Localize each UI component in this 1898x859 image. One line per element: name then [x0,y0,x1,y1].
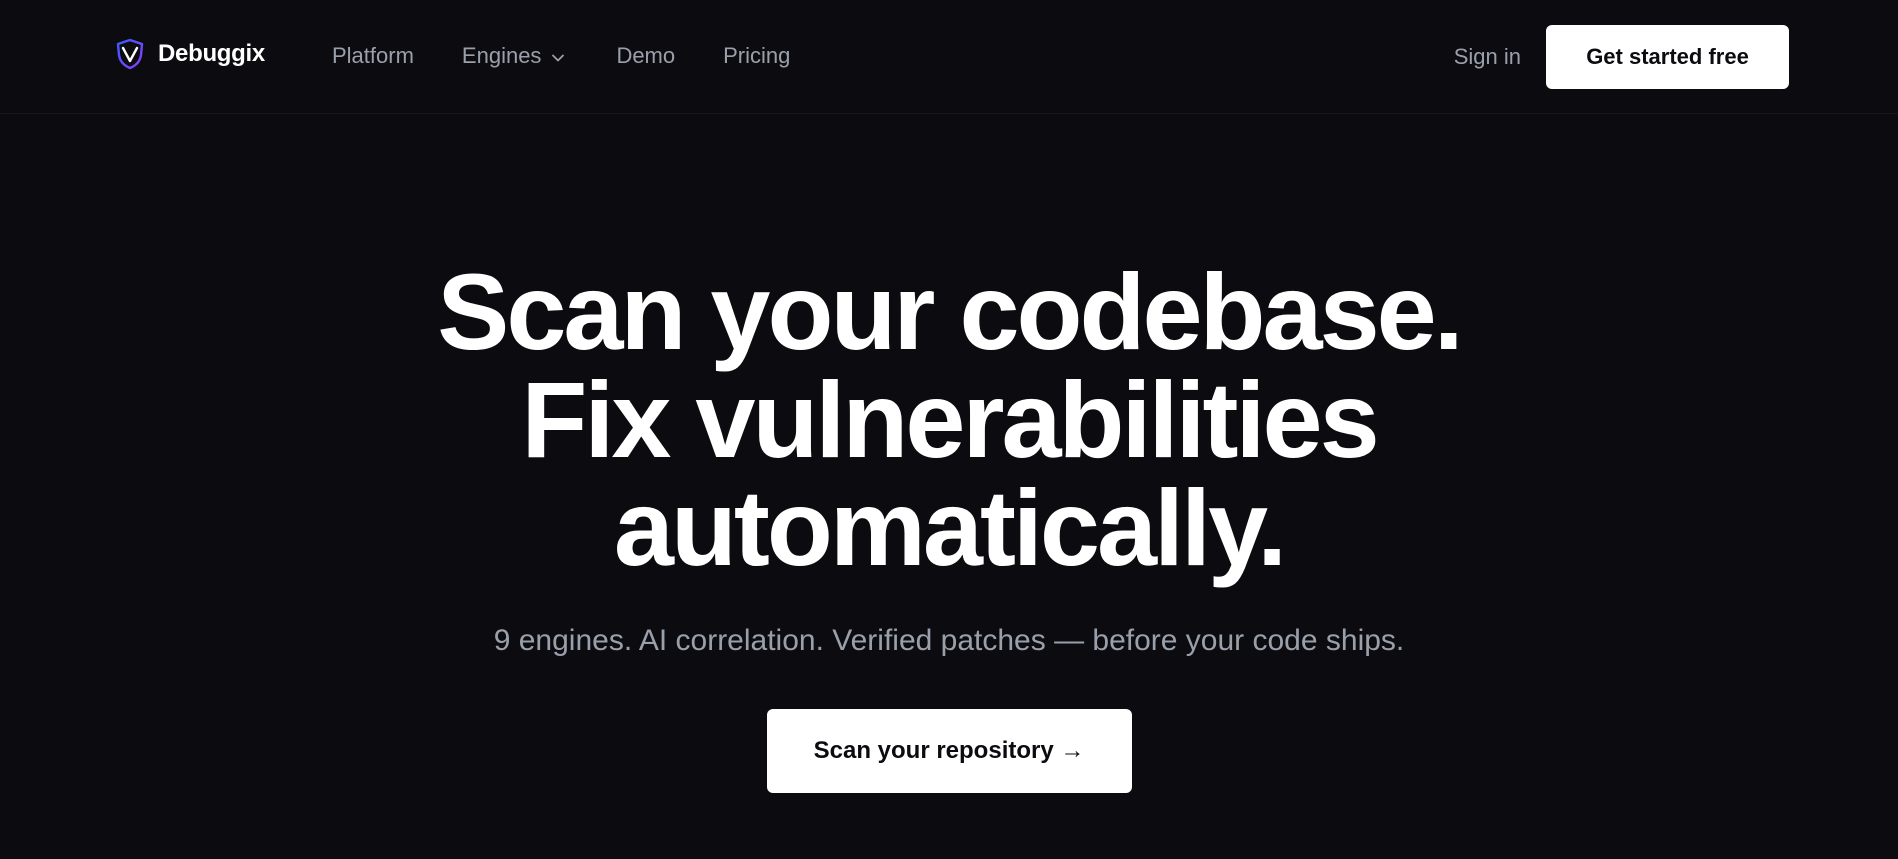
shield-v-logo-icon [114,38,146,70]
brand-name: Debuggix [158,40,265,67]
nav-item-platform[interactable]: Platform [332,43,414,69]
sign-in-link[interactable]: Sign in [1454,44,1521,70]
nav-item-pricing[interactable]: Pricing [723,43,790,69]
chevron-down-icon [551,43,565,69]
top-navbar: Debuggix Platform Engines Demo Pricing S… [0,0,1898,114]
nav-item-demo[interactable]: Demo [616,43,675,69]
nav-item-engines[interactable]: Engines [462,43,566,69]
nav-item-engines-label: Engines [461,43,542,68]
scan-repository-button[interactable]: Scan your repository → [766,709,1132,793]
headline-line-2: Fix vulnerabilities [521,359,1379,480]
brand-logo-link[interactable]: Debuggix [114,38,265,70]
headline-line-3: automatically. [613,467,1287,588]
get-started-button[interactable]: Get started free [1546,25,1789,89]
hero-headline: Scan your codebase. Fix vulnerabilities … [0,258,1898,582]
hero-subheading: 9 engines. AI correlation. Verified patc… [493,624,1405,657]
main-nav: Platform Engines Demo Pricing [332,43,790,69]
headline-line-1: Scan your codebase. [437,251,1463,372]
hero-section: Scan your codebase. Fix vulnerabilities … [0,258,1898,793]
nav-actions: Sign in Get started free [1454,25,1789,89]
